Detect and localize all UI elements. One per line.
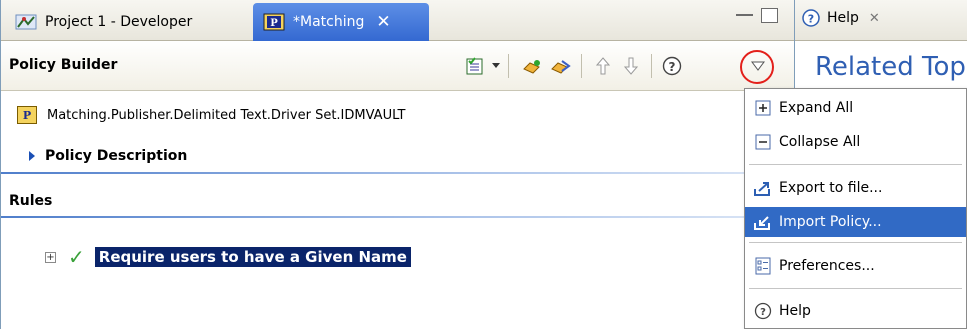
policy-description-label: Policy Description: [45, 148, 188, 164]
toolbar-separator: [581, 54, 582, 78]
policy-path: P Matching.Publisher.Delimited Text.Driv…: [17, 106, 405, 124]
policy-description-toggle[interactable]: Policy Description: [29, 148, 187, 164]
svg-text:?: ?: [669, 60, 676, 74]
help-icon[interactable]: ?: [659, 54, 685, 78]
rule-name[interactable]: Require users to have a Given Name: [94, 247, 411, 267]
expand-arrow-icon: [29, 151, 35, 161]
window-controls: [736, 8, 778, 23]
move-down-icon[interactable]: [620, 54, 642, 78]
policy-path-text: Matching.Publisher.Delimited Text.Driver…: [47, 107, 406, 123]
policy-builder-title: Policy Builder: [9, 57, 118, 73]
maximize-button[interactable]: [761, 8, 778, 23]
dropdown-arrow-icon[interactable]: [489, 54, 503, 78]
policy-icon: P: [263, 12, 285, 32]
related-topics-heading: Related Top: [815, 52, 966, 82]
policy-builder-toolbar: Policy Builder ?: [1, 41, 794, 91]
minimize-button[interactable]: [736, 8, 753, 16]
checkmark-icon: ✓: [68, 245, 85, 269]
export-icon: [753, 178, 773, 198]
section-divider: [1, 216, 794, 218]
menu-item-expand-all[interactable]: Expand All: [745, 93, 966, 123]
expand-plus-icon[interactable]: +: [45, 251, 56, 263]
move-up-icon[interactable]: [592, 54, 614, 78]
menu-item-preferences[interactable]: Preferences...: [745, 251, 966, 281]
view-menu-dropdown: Expand All Collapse All Export to file..…: [744, 88, 967, 329]
expand-all-icon: [753, 98, 773, 118]
new-rule-icon[interactable]: [463, 54, 487, 78]
menu-item-label: Expand All: [779, 100, 854, 116]
project-diagram-icon: [15, 12, 37, 32]
menu-item-collapse-all[interactable]: Collapse All: [745, 127, 966, 157]
rules-heading: Rules: [9, 193, 53, 209]
tab-label: *Matching: [293, 14, 365, 30]
tab-matching[interactable]: P *Matching ✕: [253, 3, 429, 41]
svg-text:P: P: [270, 18, 278, 29]
import-icon: [753, 212, 773, 232]
enable-rule-icon[interactable]: [519, 54, 545, 78]
menu-item-label: Collapse All: [779, 134, 861, 150]
toolbar-separator: [651, 54, 652, 78]
rule-item[interactable]: + ✓ Require users to have a Given Name: [45, 245, 411, 269]
menu-item-label: Export to file...: [779, 180, 883, 196]
help-tab-bar: ? Help ✕: [795, 0, 967, 41]
tab-help[interactable]: ? Help ✕: [801, 8, 880, 28]
section-divider: [1, 172, 794, 174]
close-icon[interactable]: ✕: [376, 12, 390, 32]
menu-item-export-to-file[interactable]: Export to file...: [745, 173, 966, 203]
help-tab-label: Help: [827, 10, 859, 26]
policy-icon: P: [17, 106, 37, 124]
help-icon: ?: [753, 301, 773, 321]
menu-separator: [749, 288, 962, 289]
callout-circle: [740, 50, 774, 84]
menu-item-label: Preferences...: [779, 258, 875, 274]
menu-separator: [749, 242, 962, 243]
svg-text:?: ?: [760, 307, 766, 318]
menu-item-label: Help: [779, 303, 811, 319]
menu-separator: [749, 164, 962, 165]
svg-text:?: ?: [808, 13, 814, 26]
editor-tab-bar: Project 1 - Developer P *Matching ✕: [1, 0, 794, 41]
tab-label: Project 1 - Developer: [45, 14, 193, 30]
toolbar-separator: [508, 54, 509, 78]
preferences-icon: [753, 256, 773, 276]
policy-editor: Project 1 - Developer P *Matching ✕ Poli…: [0, 0, 794, 329]
help-book-icon: ?: [801, 8, 821, 28]
menu-item-import-policy[interactable]: Import Policy...: [745, 207, 966, 237]
tab-project-developer[interactable]: Project 1 - Developer: [9, 3, 251, 41]
disable-rule-icon[interactable]: [547, 54, 573, 78]
collapse-all-icon: [753, 132, 773, 152]
menu-item-help[interactable]: ? Help: [745, 296, 966, 326]
close-icon[interactable]: ✕: [869, 11, 880, 26]
menu-item-label: Import Policy...: [779, 214, 882, 230]
